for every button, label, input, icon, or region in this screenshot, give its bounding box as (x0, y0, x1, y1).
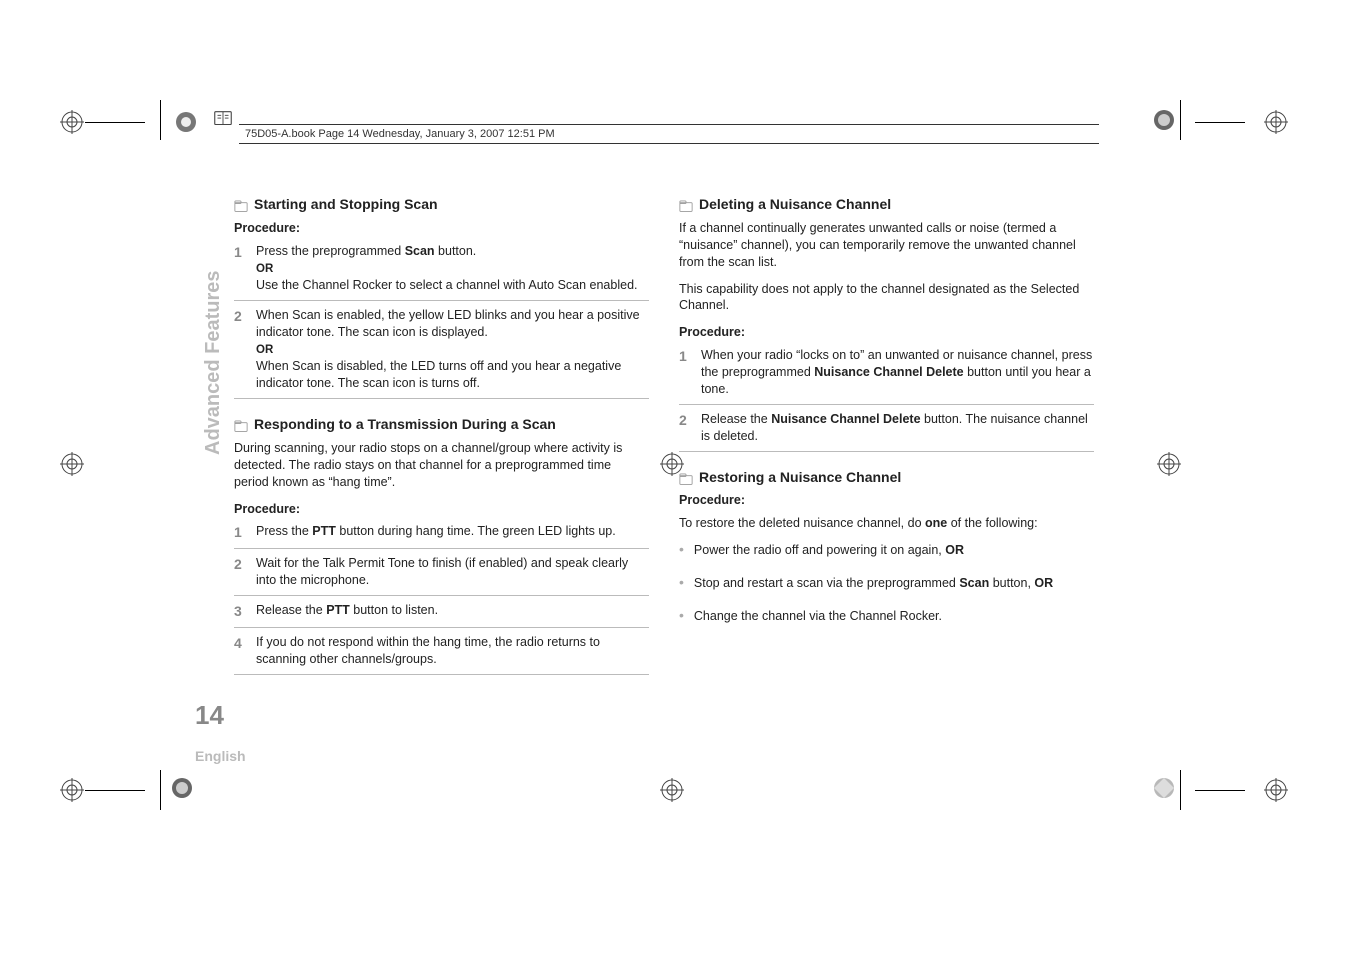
decorative-mark-icon (1152, 108, 1176, 132)
crop-mark (1195, 122, 1245, 123)
step-body: If you do not respond within the hang ti… (256, 634, 649, 668)
language-label: English (195, 748, 246, 764)
bullet-text: Stop and restart a scan via the preprogr… (694, 575, 1053, 592)
registration-mark-icon (660, 778, 684, 802)
procedure-label: Procedure: (234, 220, 649, 237)
section-heading-starting-scan: Starting and Stopping Scan (234, 195, 649, 214)
bullet-list: • Power the radio off and powering it on… (679, 542, 1094, 631)
paragraph: To restore the deleted nuisance channel,… (679, 515, 1094, 532)
step-4: 4 If you do not respond within the hang … (234, 634, 649, 675)
heading-text: Starting and Stopping Scan (254, 195, 438, 214)
bullet-icon: • (679, 542, 684, 559)
step-body: Wait for the Talk Permit Tone to finish … (256, 555, 649, 589)
list-item: • Power the radio off and powering it on… (679, 542, 1094, 565)
step-number: 3 (234, 602, 246, 621)
procedure-label: Procedure: (679, 492, 1094, 509)
registration-mark-icon (60, 110, 84, 134)
step-2: 2 Wait for the Talk Permit Tone to finis… (234, 555, 649, 596)
section-heading-restoring-nuisance: Restoring a Nuisance Channel (679, 468, 1094, 487)
registration-mark-icon (60, 452, 84, 476)
registration-mark-icon (1264, 778, 1288, 802)
step-2: 2 Release the Nuisance Channel Delete bu… (679, 411, 1094, 452)
step-body: Release the Nuisance Channel Delete butt… (701, 411, 1094, 445)
crop-mark (1180, 100, 1181, 140)
left-column: Starting and Stopping Scan Procedure: 1 … (234, 195, 649, 681)
page-header: 75D05-A.book Page 14 Wednesday, January … (239, 124, 1099, 144)
step-number: 2 (679, 411, 691, 445)
step-number: 2 (234, 307, 246, 392)
section-tab-label: Advanced Features (202, 270, 225, 455)
topic-icon (234, 198, 248, 210)
bullet-text: Change the channel via the Channel Rocke… (694, 608, 942, 625)
crop-mark (160, 100, 161, 140)
step-2: 2 When Scan is enabled, the yellow LED b… (234, 307, 649, 399)
step-body: When Scan is enabled, the yellow LED bli… (256, 307, 649, 392)
paragraph: During scanning, your radio stops on a c… (234, 440, 649, 491)
decorative-mark-icon (174, 110, 198, 134)
registration-mark-icon (1264, 110, 1288, 134)
section-heading-deleting-nuisance: Deleting a Nuisance Channel (679, 195, 1094, 214)
decorative-mark-icon (170, 776, 194, 800)
step-number: 1 (234, 523, 246, 542)
step-number: 2 (234, 555, 246, 589)
book-icon (212, 108, 234, 135)
step-number: 1 (234, 243, 246, 294)
crop-mark (85, 790, 145, 791)
crop-mark (160, 770, 161, 810)
step-3: 3 Release the PTT button to listen. (234, 602, 649, 628)
step-number: 4 (234, 634, 246, 668)
list-item: • Stop and restart a scan via the prepro… (679, 575, 1094, 598)
registration-mark-icon (1157, 452, 1181, 476)
step-body: Press the preprogrammed Scan button. OR … (256, 243, 649, 294)
header-text: 75D05-A.book Page 14 Wednesday, January … (245, 128, 555, 140)
step-1: 1 When your radio “locks on to” an unwan… (679, 347, 1094, 405)
right-column: Deleting a Nuisance Channel If a channel… (679, 195, 1094, 681)
procedure-label: Procedure: (679, 324, 1094, 341)
heading-text: Restoring a Nuisance Channel (699, 468, 901, 487)
step-body: Press the PTT button during hang time. T… (256, 523, 649, 542)
procedure-label: Procedure: (234, 501, 649, 518)
step-number: 1 (679, 347, 691, 398)
topic-icon (679, 471, 693, 483)
heading-text: Deleting a Nuisance Channel (699, 195, 891, 214)
crop-mark (1180, 770, 1181, 810)
list-item: • Change the channel via the Channel Roc… (679, 608, 1094, 631)
bullet-icon: • (679, 608, 684, 625)
step-body: Release the PTT button to listen. (256, 602, 649, 621)
topic-icon (234, 418, 248, 430)
step-1: 1 Press the preprogrammed Scan button. O… (234, 243, 649, 301)
paragraph: This capability does not apply to the ch… (679, 281, 1094, 315)
decorative-mark-icon (1152, 776, 1176, 800)
topic-icon (679, 198, 693, 210)
bullet-text: Power the radio off and powering it on a… (694, 542, 964, 559)
paragraph: If a channel continually generates unwan… (679, 220, 1094, 271)
step-body: When your radio “locks on to” an unwante… (701, 347, 1094, 398)
heading-text: Responding to a Transmission During a Sc… (254, 415, 556, 434)
crop-mark (1195, 790, 1245, 791)
page-content: Starting and Stopping Scan Procedure: 1 … (234, 195, 1094, 681)
crop-mark (85, 122, 145, 123)
step-1: 1 Press the PTT button during hang time.… (234, 523, 649, 549)
section-heading-responding: Responding to a Transmission During a Sc… (234, 415, 649, 434)
bullet-icon: • (679, 575, 684, 592)
page-number: 14 (195, 700, 224, 731)
registration-mark-icon (60, 778, 84, 802)
